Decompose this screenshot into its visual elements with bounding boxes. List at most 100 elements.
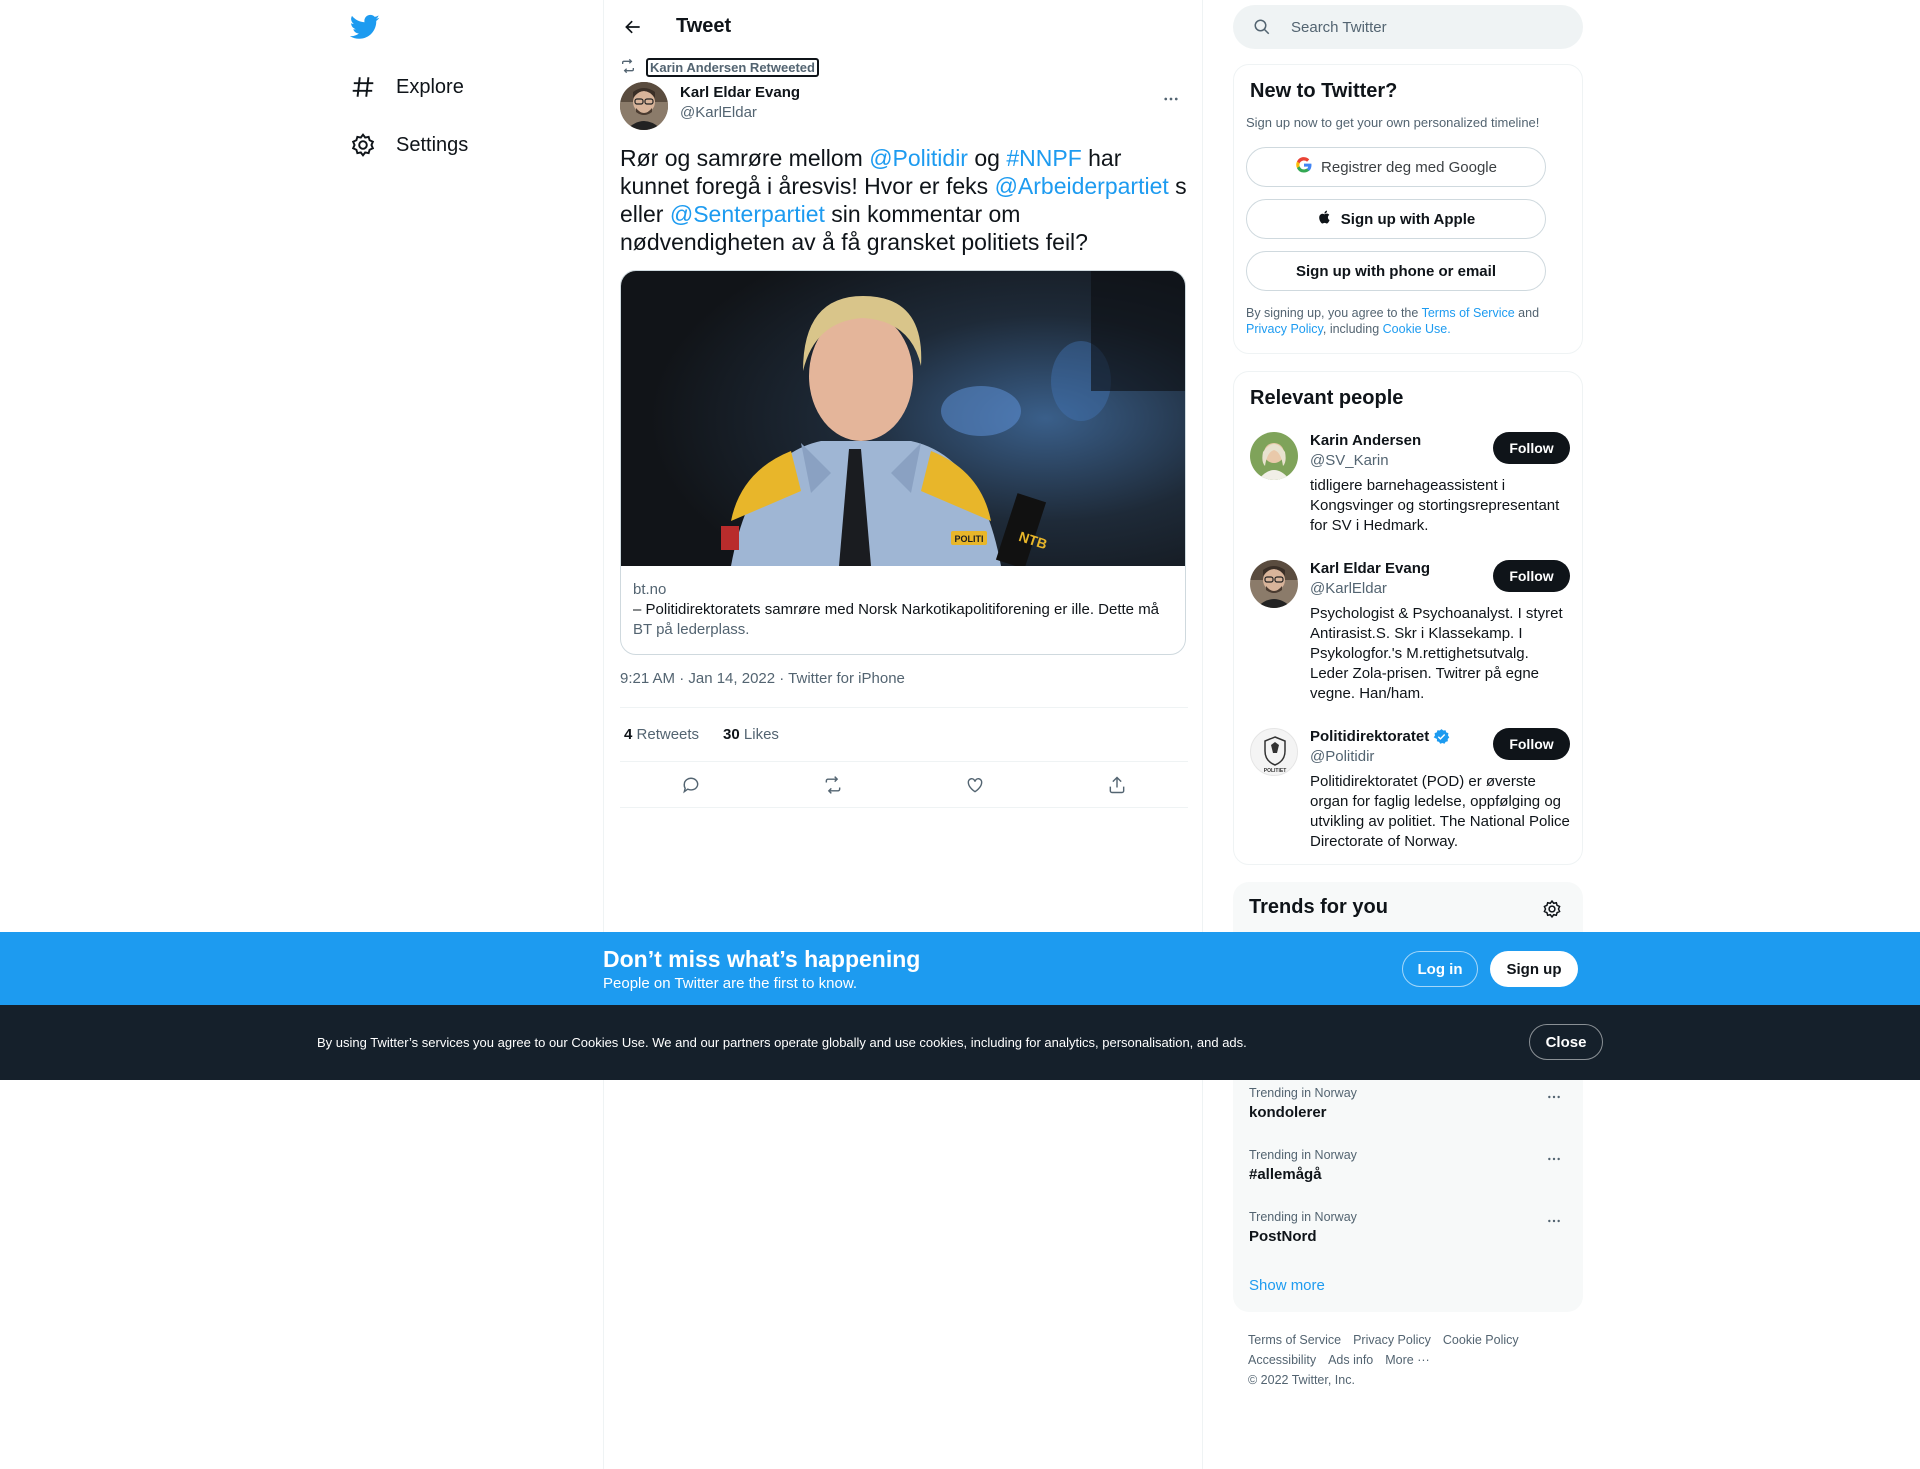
person-bio: Psychologist & Psychoanalyst. I styret A… <box>1310 605 1563 702</box>
privacy-link[interactable]: Privacy Policy <box>1246 322 1323 336</box>
person-handle[interactable]: @KarlEldar <box>1310 580 1387 597</box>
gear-icon[interactable] <box>1537 894 1567 924</box>
verified-badge-icon <box>1433 728 1450 745</box>
person-bio: tidligere barnehageassistent i Kongsving… <box>1310 477 1560 534</box>
copyright: © 2022 Twitter, Inc. <box>1248 1373 1355 1387</box>
retweeted-by-link[interactable]: Karin Andersen Retweeted <box>646 58 819 77</box>
login-button[interactable]: Log in <box>1402 951 1478 987</box>
tweet-text-segment: og <box>967 145 1007 171</box>
retweets-number: 4 <box>624 726 633 743</box>
likes-count[interactable]: 30 Likes <box>723 726 779 743</box>
likes-label: Likes <box>743 726 779 743</box>
google-signup-button[interactable]: Registrer deg med Google <box>1246 147 1546 187</box>
avatar[interactable] <box>1250 432 1298 480</box>
trend-name: #allemågå <box>1249 1166 1322 1183</box>
hashtag-icon <box>350 74 376 100</box>
trend-item[interactable]: Trending in Norway kondolerer <box>1249 1086 1569 1121</box>
nav-explore[interactable]: Explore <box>350 65 464 109</box>
follow-button[interactable]: Follow <box>1493 728 1570 760</box>
footer-link[interactable]: Cookie Policy <box>1443 1333 1519 1347</box>
tweet-timestamp[interactable]: 9:21 AM · Jan 14, 2022 · Twitter for iPh… <box>620 670 905 687</box>
footer-link[interactable]: Privacy Policy <box>1353 1333 1431 1347</box>
avatar[interactable] <box>1250 560 1298 608</box>
mention-link[interactable]: @Politidir <box>869 145 968 171</box>
cookie-text: By using Twitter’s services you agree to… <box>317 1035 1247 1050</box>
tweet-text: Rør og samrøre mellom @Politidir og #NNP… <box>620 144 1190 256</box>
follow-button[interactable]: Follow <box>1493 560 1570 592</box>
more-options-icon[interactable] <box>1539 1086 1569 1108</box>
footer-link[interactable]: Ads info <box>1328 1353 1373 1367</box>
person-name[interactable]: Karin Andersen <box>1310 432 1421 449</box>
avatar[interactable]: POLITIET <box>1250 728 1298 776</box>
close-button[interactable]: Close <box>1529 1024 1603 1060</box>
hashtag-link[interactable]: #NNPF <box>1006 145 1081 171</box>
share-icon[interactable] <box>1100 768 1134 802</box>
more-options-icon[interactable] <box>1154 84 1188 114</box>
politi-badge-text: POLITI <box>955 534 984 544</box>
footer-link[interactable]: Terms of Service <box>1248 1333 1341 1347</box>
terms-link[interactable]: Terms of Service <box>1422 306 1515 320</box>
relevant-people-title: Relevant people <box>1250 387 1404 409</box>
reply-icon[interactable] <box>674 768 708 802</box>
footer-link[interactable]: More ··· <box>1385 1353 1429 1367</box>
avatar[interactable] <box>620 82 668 130</box>
twitter-bird-icon[interactable] <box>349 12 380 42</box>
person-item[interactable]: Karin Andersen @SV_Karin Follow tidliger… <box>1250 432 1570 542</box>
person-name[interactable]: Politidirektoratet <box>1310 728 1450 745</box>
main-column: Tweet Karin Andersen Retweeted Karl Elda… <box>603 0 1203 1469</box>
footer-link[interactable]: Accessibility <box>1248 1353 1316 1367</box>
more-options-icon[interactable] <box>1539 1148 1569 1170</box>
signup-legal-text: By signing up, you agree to the Terms of… <box>1246 305 1556 337</box>
like-icon[interactable] <box>958 768 992 802</box>
phone-email-signup-button[interactable]: Sign up with phone or email <box>1246 251 1546 291</box>
avatar-text: POLITIET <box>1264 768 1287 774</box>
more-options-icon[interactable] <box>1539 1210 1569 1232</box>
trend-context: Trending in Norway <box>1249 1086 1357 1100</box>
card-description: BT på lederplass. <box>633 621 750 638</box>
gear-icon <box>350 132 376 158</box>
trend-context: Trending in Norway <box>1249 1148 1357 1162</box>
author-handle[interactable]: @KarlEldar <box>680 104 757 121</box>
mention-link[interactable]: @Arbeiderpartiet <box>995 173 1169 199</box>
retweet-context: Karin Andersen Retweeted <box>620 58 819 77</box>
apple-signup-button[interactable]: Sign up with Apple <box>1246 199 1546 239</box>
google-signup-label: Registrer deg med Google <box>1321 158 1497 176</box>
nav-settings[interactable]: Settings <box>350 123 468 167</box>
person-name[interactable]: Karl Eldar Evang <box>1310 560 1430 577</box>
person-item[interactable]: POLITIET Politidirektoratet @Politidir F… <box>1250 728 1570 858</box>
apple-signup-label: Sign up with Apple <box>1340 210 1476 228</box>
card-image: POLITI NTB <box>621 271 1185 566</box>
page-title: Tweet <box>676 15 732 37</box>
legal-text: By signing up, you agree to the <box>1246 306 1422 320</box>
link-card[interactable]: POLITI NTB bt.no – Politidirektoratets s… <box>620 270 1186 655</box>
mention-link[interactable]: @Senterpartiet <box>670 201 825 227</box>
tweet-header: Tweet <box>604 0 1204 53</box>
person-handle[interactable]: @Politidir <box>1310 748 1374 765</box>
card-meta: bt.no – Politidirektoratets samrøre med … <box>633 580 1173 640</box>
phone-email-signup-label: Sign up with phone or email <box>1295 262 1496 280</box>
trend-item[interactable]: Trending in Norway PostNord <box>1249 1210 1569 1245</box>
apple-icon <box>1317 209 1333 229</box>
trend-name: PostNord <box>1249 1228 1317 1245</box>
likes-number: 30 <box>723 726 740 743</box>
legal-text: , including <box>1322 322 1383 336</box>
signup-button[interactable]: Sign up <box>1490 951 1578 987</box>
back-arrow-icon[interactable] <box>619 13 647 41</box>
new-to-twitter-panel: New to Twitter? Sign up now to get your … <box>1233 64 1583 354</box>
retweet-icon[interactable] <box>816 768 850 802</box>
person-item[interactable]: Karl Eldar Evang @KarlEldar Follow Psych… <box>1250 560 1570 710</box>
trend-item[interactable]: Trending in Norway #allemågå <box>1249 1148 1569 1183</box>
retweets-count[interactable]: 4 Retweets <box>624 726 699 743</box>
person-handle[interactable]: @SV_Karin <box>1310 452 1389 469</box>
cookie-use-link[interactable]: Cookie Use. <box>1383 322 1451 336</box>
tweet-text-segment: Rør og samrøre mellom <box>620 145 870 171</box>
search-icon <box>1253 18 1271 36</box>
follow-button[interactable]: Follow <box>1493 432 1570 464</box>
show-more-link[interactable]: Show more <box>1249 1277 1325 1294</box>
relevant-people-panel: Relevant people Karin Andersen @SV_Karin… <box>1233 371 1583 865</box>
author-name[interactable]: Karl Eldar Evang <box>680 84 800 101</box>
search-box[interactable] <box>1233 5 1583 49</box>
cookie-banner: By using Twitter’s services you agree to… <box>0 1005 1920 1080</box>
banner-title: Don’t miss what’s happening <box>603 946 921 972</box>
search-input[interactable] <box>1291 18 1571 36</box>
